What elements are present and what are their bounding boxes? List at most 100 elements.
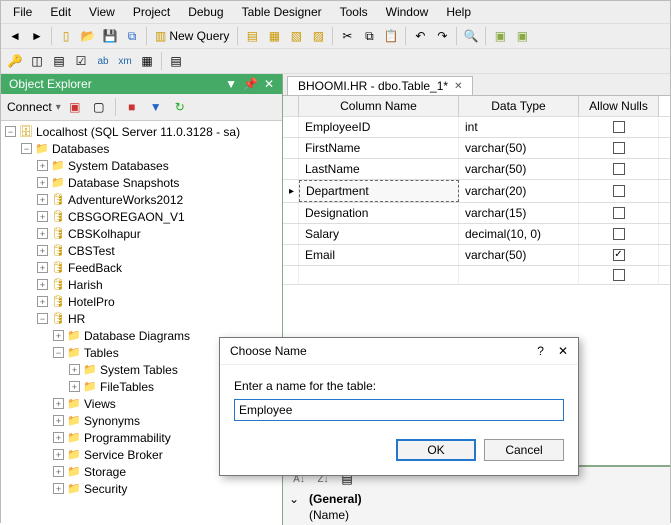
expand-icon[interactable]: + [53, 432, 64, 443]
menu-debug[interactable]: Debug [180, 3, 231, 21]
db-icon[interactable]: ▤ [242, 26, 262, 46]
key-icon[interactable]: 🔑 [5, 51, 25, 71]
cell-column-name[interactable]: LastName [299, 159, 459, 179]
menu-table-designer[interactable]: Table Designer [234, 3, 330, 21]
xml-icon[interactable]: xm [115, 51, 135, 71]
expand-icon[interactable]: + [37, 296, 48, 307]
save-icon[interactable]: 💾 [100, 26, 120, 46]
back-icon[interactable]: ◄ [5, 26, 25, 46]
cell-data-type[interactable]: varchar(50) [459, 159, 579, 179]
allow-nulls-checkbox[interactable] [613, 185, 625, 197]
table-row[interactable]: FirstNamevarchar(50) [283, 138, 670, 159]
tree-db-cbstest[interactable]: +🛢CBSTest [1, 242, 282, 259]
expand-icon[interactable]: + [37, 262, 48, 273]
tree-db-harish[interactable]: +🛢Harish [1, 276, 282, 293]
cut-icon[interactable]: ✂ [337, 26, 357, 46]
cell-column-name[interactable]: Designation [299, 203, 459, 223]
expand-icon[interactable]: + [69, 364, 80, 375]
allow-nulls-checkbox[interactable] [613, 207, 625, 219]
table-empty-row[interactable] [283, 266, 670, 285]
cell-column-name[interactable]: Salary [299, 224, 459, 244]
cell-column-name[interactable]: Email [299, 245, 459, 265]
connect-icon[interactable]: ▣ [65, 97, 85, 117]
allow-nulls-checkbox[interactable] [613, 142, 625, 154]
tree-db-cbsgoregaon_v1[interactable]: +🛢CBSGOREGAON_V1 [1, 208, 282, 225]
tab-table-designer[interactable]: BHOOMI.HR - dbo.Table_1* ✕ [287, 76, 473, 95]
disconnect-icon[interactable]: ▢ [89, 97, 109, 117]
table-row[interactable]: LastNamevarchar(50) [283, 159, 670, 180]
chk-icon[interactable]: ☑ [71, 51, 91, 71]
ab-icon[interactable]: ab [93, 51, 113, 71]
expand-icon[interactable]: + [37, 211, 48, 222]
expand-icon[interactable]: + [53, 330, 64, 341]
menu-tools[interactable]: Tools [332, 3, 376, 21]
menu-file[interactable]: File [5, 3, 40, 21]
close-icon[interactable]: ✕ [558, 344, 568, 358]
checkbox[interactable] [613, 269, 625, 281]
connect-label[interactable]: Connect [7, 100, 52, 114]
rel-icon[interactable]: ◫ [27, 51, 47, 71]
expand-icon[interactable]: + [53, 415, 64, 426]
sp-icon[interactable]: ▦ [137, 51, 157, 71]
tree-databases[interactable]: −📁Databases [1, 140, 282, 157]
table-row[interactable]: EmployeeIDint [283, 117, 670, 138]
menu-project[interactable]: Project [125, 3, 178, 21]
expand-icon[interactable]: − [5, 126, 16, 137]
fwd-icon[interactable]: ► [27, 26, 47, 46]
cell-column-name[interactable]: FirstName [299, 138, 459, 158]
undo-icon[interactable]: ↶ [410, 26, 430, 46]
cell-data-type[interactable]: int [459, 117, 579, 137]
cell-data-type[interactable]: varchar(50) [459, 245, 579, 265]
idx-icon[interactable]: ▤ [49, 51, 69, 71]
ok-button[interactable]: OK [396, 439, 476, 461]
allow-nulls-checkbox[interactable]: ✓ [613, 249, 625, 261]
open-icon[interactable]: 📂 [78, 26, 98, 46]
menu-view[interactable]: View [81, 3, 123, 21]
redo-icon[interactable]: ↷ [432, 26, 452, 46]
table-row[interactable]: ▸Departmentvarchar(20) [283, 180, 670, 203]
table-row[interactable]: Designationvarchar(15) [283, 203, 670, 224]
expand-icon[interactable]: − [21, 143, 32, 154]
tool2-icon[interactable]: ▣ [512, 26, 532, 46]
tree-db-cbskolhapur[interactable]: +🛢CBSKolhapur [1, 225, 282, 242]
cell-data-type[interactable]: varchar(20) [459, 180, 579, 202]
expand-icon[interactable]: + [53, 466, 64, 477]
cell-column-name[interactable]: Department [299, 180, 459, 202]
tree-db-hotelpro[interactable]: +🛢HotelPro [1, 293, 282, 310]
cell-data-type[interactable]: varchar(50) [459, 138, 579, 158]
menu-help[interactable]: Help [438, 3, 479, 21]
tool1-icon[interactable]: ▣ [490, 26, 510, 46]
pin-icon[interactable]: 📌 [243, 77, 258, 91]
db4-icon[interactable]: ▨ [308, 26, 328, 46]
table-name-input[interactable] [234, 399, 564, 421]
help-icon[interactable]: ? [537, 344, 544, 358]
close-tab-icon[interactable]: ✕ [454, 81, 462, 92]
table-row[interactable]: Emailvarchar(50) ✓ [283, 245, 670, 266]
expand-icon[interactable]: + [37, 245, 48, 256]
stop-icon[interactable]: ■ [122, 97, 142, 117]
copy-icon[interactable]: ⧉ [359, 26, 379, 46]
close-panel-icon[interactable]: ✕ [264, 77, 274, 91]
expand-icon[interactable]: + [53, 483, 64, 494]
table-row[interactable]: Salarydecimal(10, 0) [283, 224, 670, 245]
find-icon[interactable]: 🔍 [461, 26, 481, 46]
expand-icon[interactable]: + [37, 279, 48, 290]
expand-icon[interactable]: + [53, 449, 64, 460]
tree-server[interactable]: −🗄Localhost (SQL Server 11.0.3128 - sa) [1, 123, 282, 140]
paste-icon[interactable]: 📋 [381, 26, 401, 46]
tree-sysdb[interactable]: +📁System Databases [1, 157, 282, 174]
allow-nulls-checkbox[interactable] [613, 163, 625, 175]
tree-security[interactable]: +📁Security [1, 480, 282, 497]
expand-icon[interactable]: + [37, 228, 48, 239]
cell-column-name[interactable]: EmployeeID [299, 117, 459, 137]
cell-data-type[interactable]: varchar(15) [459, 203, 579, 223]
expand-icon[interactable]: − [53, 347, 64, 358]
script-icon[interactable]: ▤ [166, 51, 186, 71]
tree-db-feedback[interactable]: +🛢FeedBack [1, 259, 282, 276]
tree-snapshots[interactable]: +📁Database Snapshots [1, 174, 282, 191]
expand-icon[interactable]: − [37, 313, 48, 324]
db2-icon[interactable]: ▦ [264, 26, 284, 46]
filter-icon[interactable]: ▼ [146, 97, 166, 117]
menu-window[interactable]: Window [378, 3, 437, 21]
refresh-icon[interactable]: ↻ [170, 97, 190, 117]
